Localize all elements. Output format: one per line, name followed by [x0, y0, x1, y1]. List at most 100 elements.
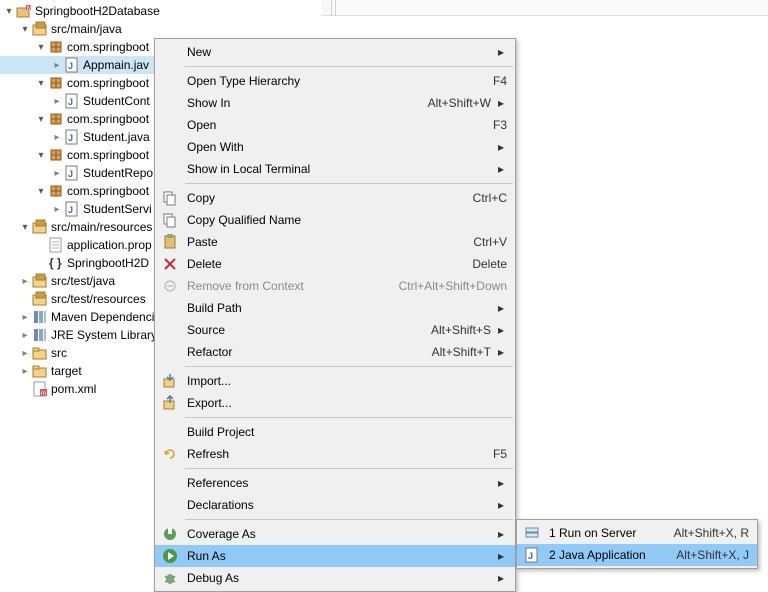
svg-text:m: m: [41, 391, 46, 397]
java-app-icon: J: [521, 546, 543, 564]
package-icon: [48, 75, 64, 91]
menu-delete[interactable]: DeleteDelete: [155, 253, 515, 275]
expand-toggle-icon[interactable]: [18, 328, 32, 342]
menu-source[interactable]: SourceAlt+Shift+S▸: [155, 319, 515, 341]
tree-label: Maven Dependenci: [51, 310, 154, 324]
package-icon: [48, 147, 64, 163]
tree-label: src/main/java: [51, 22, 122, 36]
package-icon: [48, 111, 64, 127]
run-icon: [159, 547, 181, 565]
tree-label: Appmain.jav: [83, 58, 149, 72]
expand-toggle-icon[interactable]: [18, 274, 32, 288]
delete-icon: [159, 255, 181, 273]
package-icon: [48, 183, 64, 199]
run-as-submenu[interactable]: 1 Run on ServerAlt+Shift+X, R J 2 Java A…: [516, 519, 758, 569]
svg-text:J: J: [528, 551, 533, 561]
submenu-run-on-server[interactable]: 1 Run on ServerAlt+Shift+X, R: [517, 522, 757, 544]
java-file-icon: J: [64, 57, 80, 73]
expand-toggle-icon[interactable]: [2, 4, 16, 18]
menu-open-type-hierarchy[interactable]: Open Type HierarchyF4: [155, 70, 515, 92]
menu-copy[interactable]: CopyCtrl+C: [155, 187, 515, 209]
tree-label: SpringbootH2Database: [35, 4, 160, 18]
java-file-icon: J: [64, 165, 80, 181]
expand-toggle-icon[interactable]: [50, 166, 64, 180]
java-file-icon: J: [64, 93, 80, 109]
expand-toggle-icon[interactable]: [34, 40, 48, 54]
server-icon: [521, 524, 543, 542]
tree-label: StudentRepo: [83, 166, 153, 180]
menu-show-in[interactable]: Show InAlt+Shift+W▸: [155, 92, 515, 114]
expand-toggle-icon[interactable]: [50, 130, 64, 144]
menu-declarations[interactable]: Declarations▸: [155, 494, 515, 516]
debug-icon: [159, 569, 181, 587]
remove-context-icon: [159, 277, 181, 295]
tree-label: StudentServi: [83, 202, 152, 216]
import-icon: [159, 372, 181, 390]
tree-label: com.springboot: [67, 184, 149, 198]
paste-icon: [159, 233, 181, 251]
tree-label: com.springboot: [67, 76, 149, 90]
menu-separator: [185, 66, 513, 67]
expand-toggle-icon[interactable]: [18, 346, 32, 360]
menu-new[interactable]: New▸: [155, 41, 515, 63]
package-icon: [48, 39, 64, 55]
folder-icon: [32, 345, 48, 361]
submenu-java-application[interactable]: J 2 Java ApplicationAlt+Shift+X, J: [517, 544, 757, 566]
folder-icon: [32, 363, 48, 379]
tree-label: JRE System Library: [51, 328, 157, 342]
menu-refresh[interactable]: RefreshF5: [155, 443, 515, 465]
tree-src-main-java[interactable]: src/main/java: [0, 20, 320, 38]
context-menu[interactable]: New▸ Open Type HierarchyF4 Show InAlt+Sh…: [154, 38, 516, 592]
menu-separator: [185, 468, 513, 469]
tree-project[interactable]: M SpringbootH2Database: [0, 2, 320, 20]
menu-separator: [185, 519, 513, 520]
menu-run-as[interactable]: Run As▸: [155, 545, 515, 567]
menu-build-project[interactable]: Build Project: [155, 421, 515, 443]
menu-refactor[interactable]: RefactorAlt+Shift+T▸: [155, 341, 515, 363]
menu-remove-from-context[interactable]: Remove from ContextCtrl+Alt+Shift+Down: [155, 275, 515, 297]
svg-text:J: J: [68, 97, 73, 107]
braces-icon: { }: [48, 255, 64, 271]
coverage-icon: [159, 525, 181, 543]
menu-references[interactable]: References▸: [155, 472, 515, 494]
expand-toggle-icon[interactable]: [34, 148, 48, 162]
expand-toggle-icon[interactable]: [18, 22, 32, 36]
svg-text:J: J: [68, 169, 73, 179]
svg-text:{ }: { }: [49, 256, 62, 270]
tree-label: src/main/resources: [51, 220, 152, 234]
expand-toggle-icon[interactable]: [18, 310, 32, 324]
menu-open-with[interactable]: Open With▸: [155, 136, 515, 158]
source-folder-icon: [32, 273, 48, 289]
java-file-icon: J: [64, 129, 80, 145]
expand-toggle-icon[interactable]: [18, 220, 32, 234]
svg-text:J: J: [68, 61, 73, 71]
menu-show-in-local-terminal[interactable]: Show in Local Terminal▸: [155, 158, 515, 180]
svg-text:J: J: [68, 205, 73, 215]
library-icon: [32, 327, 48, 343]
menu-paste[interactable]: PasteCtrl+V: [155, 231, 515, 253]
project-icon: M: [16, 3, 32, 19]
export-icon: [159, 394, 181, 412]
copy-qualified-icon: [159, 211, 181, 229]
editor-ruler: [321, 0, 768, 16]
menu-open[interactable]: OpenF3: [155, 114, 515, 136]
menu-export[interactable]: Export...: [155, 392, 515, 414]
menu-import[interactable]: Import...: [155, 370, 515, 392]
source-folder-icon: [32, 291, 48, 307]
expand-toggle-icon[interactable]: [34, 112, 48, 126]
expand-toggle-icon[interactable]: [18, 364, 32, 378]
expand-toggle-icon[interactable]: [50, 58, 64, 72]
expand-toggle-icon[interactable]: [34, 76, 48, 90]
expand-toggle-icon[interactable]: [50, 202, 64, 216]
menu-coverage-as[interactable]: Coverage As▸: [155, 523, 515, 545]
menu-debug-as[interactable]: Debug As▸: [155, 567, 515, 589]
tree-label: src: [51, 346, 67, 360]
expand-toggle-icon[interactable]: [34, 184, 48, 198]
menu-build-path[interactable]: Build Path▸: [155, 297, 515, 319]
tree-label: pom.xml: [51, 382, 96, 396]
menu-separator: [185, 417, 513, 418]
menu-separator: [185, 183, 513, 184]
expand-toggle-icon[interactable]: [50, 94, 64, 108]
menu-copy-qualified-name[interactable]: Copy Qualified Name: [155, 209, 515, 231]
file-icon: [48, 237, 64, 253]
